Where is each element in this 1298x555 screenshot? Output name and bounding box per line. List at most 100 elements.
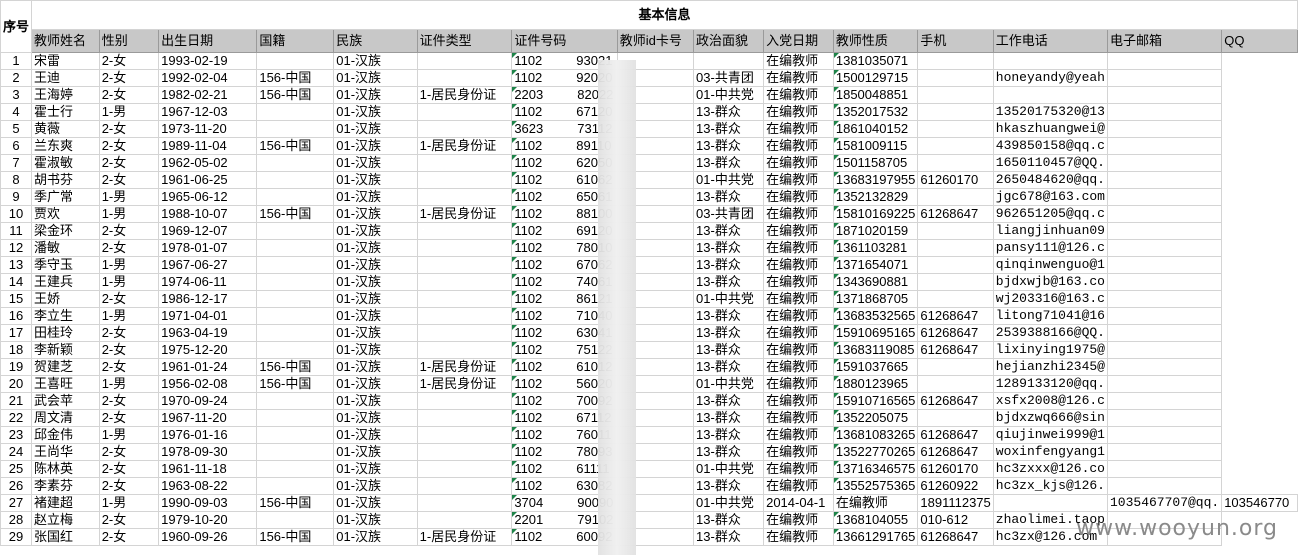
table-cell[interactable] bbox=[1106, 171, 1223, 189]
table-cell[interactable]: 01-汉族 bbox=[333, 103, 418, 121]
table-cell[interactable]: 13683532565 bbox=[832, 307, 919, 325]
table-cell[interactable]: 01-汉族 bbox=[333, 341, 418, 359]
row-number-cell[interactable]: 1 bbox=[0, 52, 33, 70]
table-cell[interactable]: 01-汉族 bbox=[333, 358, 418, 376]
table-cell[interactable]: qiujinwei999@1 bbox=[992, 426, 1108, 444]
seq-header-cell[interactable]: 序号 bbox=[0, 0, 33, 53]
table-cell[interactable]: 兰东爽 bbox=[31, 137, 100, 155]
table-cell[interactable]: 在编教师 bbox=[763, 103, 834, 121]
table-cell[interactable]: 01-汉族 bbox=[333, 375, 418, 393]
table-cell[interactable]: 1971-04-01 bbox=[158, 307, 258, 325]
table-cell[interactable]: 1986-12-17 bbox=[158, 290, 258, 308]
table-cell[interactable]: 2539388166@QQ. bbox=[992, 324, 1108, 342]
table-cell[interactable]: hc3zx_kjs@126. bbox=[992, 477, 1108, 495]
table-cell[interactable]: 61260170 bbox=[917, 460, 994, 478]
table-cell[interactable]: honeyandy@yeah bbox=[992, 69, 1108, 87]
row-number-cell[interactable]: 26 bbox=[0, 477, 33, 495]
table-cell[interactable] bbox=[917, 86, 994, 104]
table-cell[interactable]: 1979-10-20 bbox=[158, 511, 258, 529]
table-cell[interactable]: 贺建芝 bbox=[31, 358, 100, 376]
table-cell[interactable]: 61268647 bbox=[917, 307, 994, 325]
table-cell[interactable] bbox=[416, 69, 513, 87]
table-cell[interactable]: 61268647 bbox=[917, 205, 994, 223]
table-cell[interactable] bbox=[256, 392, 335, 410]
table-cell[interactable]: 2-女 bbox=[98, 52, 160, 70]
table-cell[interactable]: 01-汉族 bbox=[333, 222, 418, 240]
table-cell[interactable]: 2-女 bbox=[98, 341, 160, 359]
table-cell[interactable]: 周文清 bbox=[31, 409, 100, 427]
table-cell[interactable]: 01-汉族 bbox=[333, 188, 418, 206]
table-cell[interactable]: 156-中国 bbox=[256, 69, 335, 87]
table-cell[interactable] bbox=[256, 52, 335, 70]
table-cell[interactable]: 在编教师 bbox=[763, 171, 834, 189]
table-cell[interactable]: 01-汉族 bbox=[333, 528, 418, 546]
table-cell[interactable]: 1965-06-12 bbox=[158, 188, 258, 206]
table-cell[interactable] bbox=[1106, 239, 1223, 257]
table-cell[interactable]: 在编教师 bbox=[763, 154, 834, 172]
table-cell[interactable]: 13-群众 bbox=[693, 528, 765, 546]
table-cell[interactable]: 在编教师 bbox=[763, 86, 834, 104]
table-cell[interactable] bbox=[1106, 154, 1223, 172]
table-cell[interactable]: 霍士行 bbox=[31, 103, 100, 121]
table-cell[interactable]: 邱金伟 bbox=[31, 426, 100, 444]
table-cell[interactable]: 1960-09-26 bbox=[158, 528, 258, 546]
table-cell[interactable]: 01-汉族 bbox=[333, 69, 418, 87]
table-cell[interactable] bbox=[1106, 222, 1223, 240]
table-cell[interactable] bbox=[693, 52, 765, 70]
table-cell[interactable]: 01-汉族 bbox=[333, 494, 418, 512]
table-cell[interactable]: 2-女 bbox=[98, 528, 160, 546]
table-cell[interactable]: 1-居民身份证 bbox=[416, 528, 513, 546]
table-cell[interactable]: lixinying1975@ bbox=[992, 341, 1108, 359]
table-cell[interactable]: 13-群众 bbox=[693, 426, 765, 444]
table-cell[interactable]: 13-群众 bbox=[693, 120, 765, 138]
table-cell[interactable] bbox=[256, 307, 335, 325]
table-cell[interactable]: 1591037665 bbox=[832, 358, 919, 376]
table-cell[interactable]: 李新颖 bbox=[31, 341, 100, 359]
table-cell[interactable] bbox=[256, 426, 335, 444]
table-cell[interactable] bbox=[1106, 426, 1223, 444]
table-cell[interactable]: hc3zxxx@126.co bbox=[992, 460, 1108, 478]
table-cell[interactable]: 1967-12-03 bbox=[158, 103, 258, 121]
table-cell[interactable]: 439850158@qq.c bbox=[992, 137, 1108, 155]
table-cell[interactable]: 潘敏 bbox=[31, 239, 100, 257]
table-cell[interactable]: 156-中国 bbox=[256, 358, 335, 376]
table-cell[interactable] bbox=[1106, 120, 1223, 138]
table-cell[interactable]: hejianzhi2345@ bbox=[992, 358, 1108, 376]
table-cell[interactable]: 2-女 bbox=[98, 511, 160, 529]
table-cell[interactable]: 01-汉族 bbox=[333, 137, 418, 155]
table-cell[interactable]: 156-中国 bbox=[256, 375, 335, 393]
row-number-cell[interactable]: 6 bbox=[0, 137, 33, 155]
table-cell[interactable]: 1-居民身份证 bbox=[416, 358, 513, 376]
row-number-cell[interactable]: 18 bbox=[0, 341, 33, 359]
row-number-cell[interactable]: 4 bbox=[0, 103, 33, 121]
table-cell[interactable] bbox=[1106, 460, 1223, 478]
table-cell[interactable]: 1992-02-04 bbox=[158, 69, 258, 87]
table-cell[interactable]: 13-群众 bbox=[693, 256, 765, 274]
table-cell[interactable]: 1976-01-16 bbox=[158, 426, 258, 444]
table-cell[interactable]: 在编教师 bbox=[763, 69, 834, 87]
table-cell[interactable] bbox=[1106, 86, 1223, 104]
table-cell[interactable] bbox=[1106, 324, 1223, 342]
table-cell[interactable]: 霍淑敏 bbox=[31, 154, 100, 172]
table-cell[interactable]: 01-汉族 bbox=[333, 460, 418, 478]
table-cell[interactable]: 13-群众 bbox=[693, 409, 765, 427]
table-cell[interactable]: 1371654071 bbox=[832, 256, 919, 274]
table-cell[interactable]: 156-中国 bbox=[256, 528, 335, 546]
table-cell[interactable] bbox=[416, 290, 513, 308]
table-cell[interactable]: 在编教师 bbox=[763, 256, 834, 274]
column-header[interactable]: 教师性质 bbox=[832, 29, 919, 53]
table-cell[interactable] bbox=[416, 460, 513, 478]
table-cell[interactable]: 在编教师 bbox=[763, 460, 834, 478]
table-cell[interactable]: 1-男 bbox=[98, 494, 160, 512]
table-cell[interactable]: 01-汉族 bbox=[333, 239, 418, 257]
table-cell[interactable]: 01-汉族 bbox=[333, 290, 418, 308]
table-cell[interactable]: 13-群众 bbox=[693, 137, 765, 155]
table-cell[interactable]: bjdxwjb@163.co bbox=[992, 273, 1108, 291]
table-cell[interactable]: 1-居民身份证 bbox=[416, 86, 513, 104]
table-cell[interactable]: 王尚华 bbox=[31, 443, 100, 461]
row-number-cell[interactable]: 5 bbox=[0, 120, 33, 138]
row-number-cell[interactable]: 25 bbox=[0, 460, 33, 478]
column-header[interactable]: 教师id卡号 bbox=[616, 29, 695, 53]
table-cell[interactable] bbox=[416, 120, 513, 138]
table-cell[interactable]: 01-汉族 bbox=[333, 443, 418, 461]
